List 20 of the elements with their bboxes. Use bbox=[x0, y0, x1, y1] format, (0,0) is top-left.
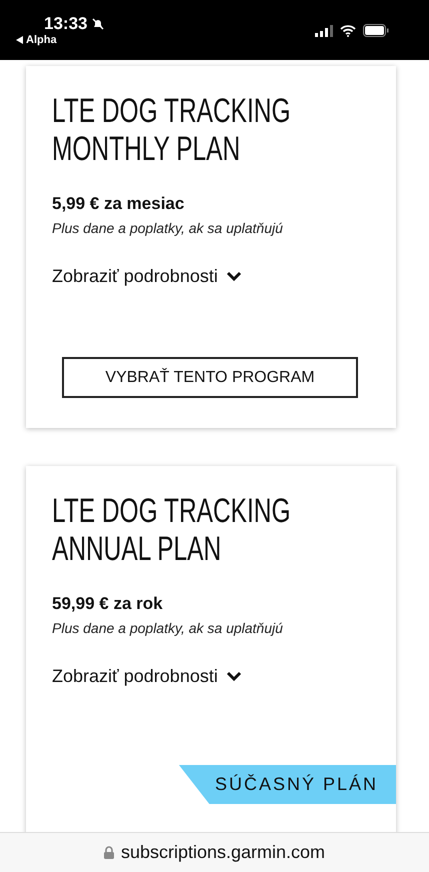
back-app-label[interactable]: Alpha bbox=[26, 34, 57, 46]
chevron-down-icon bbox=[226, 271, 242, 282]
wifi-icon bbox=[340, 24, 356, 36]
plan-title: LTE DOG TRACKING ANNUAL PLAN bbox=[52, 492, 292, 568]
chevron-down-icon bbox=[226, 671, 242, 682]
plan-price: 59,99 € za rok bbox=[52, 594, 164, 614]
current-plan-badge: SÚČASNÝ PLÁN bbox=[178, 765, 396, 804]
status-time: 13:33 bbox=[44, 14, 88, 34]
lock-icon bbox=[104, 846, 114, 859]
signal-icon bbox=[315, 24, 333, 36]
show-details-link[interactable]: Zobraziť podrobnosti bbox=[52, 666, 242, 687]
tax-note: Plus dane a poplatky, ak sa uplatňujú bbox=[52, 620, 284, 636]
back-triangle-icon[interactable] bbox=[16, 36, 23, 44]
plan-price: 5,99 € za mesiac bbox=[52, 194, 186, 214]
bell-slash-icon bbox=[91, 17, 106, 31]
plan-title: LTE DOG TRACKING MONTHLY PLAN bbox=[52, 92, 292, 168]
show-details-link[interactable]: Zobraziť podrobnosti bbox=[52, 266, 242, 287]
select-plan-button[interactable]: VYBRAŤ TENTO PROGRAM bbox=[62, 357, 358, 398]
battery-icon bbox=[363, 24, 389, 37]
tax-note: Plus dane a poplatky, ak sa uplatňujú bbox=[52, 220, 284, 236]
